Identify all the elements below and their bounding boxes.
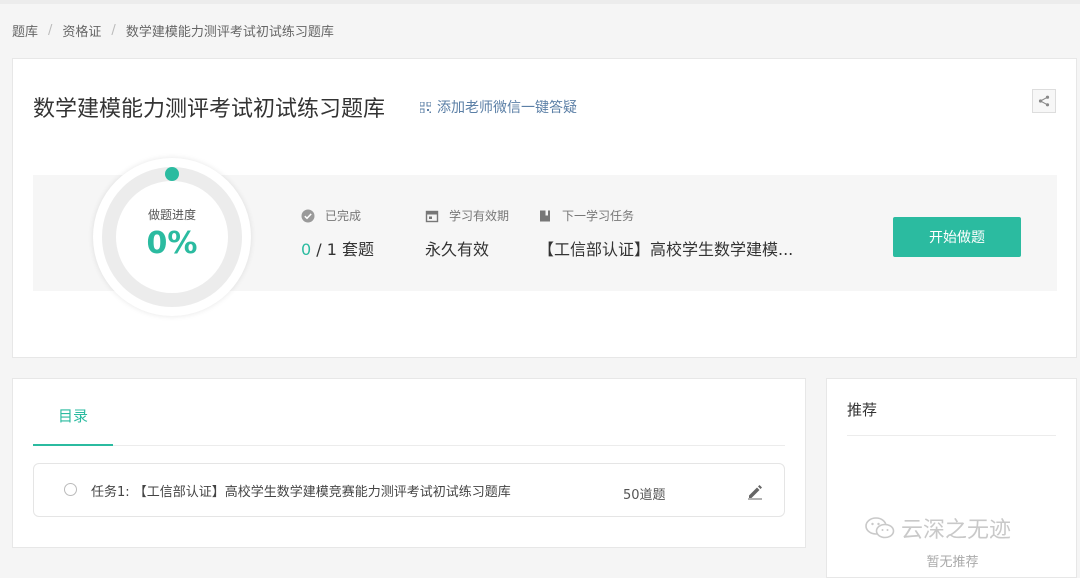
- progress-label: 做题进度: [147, 208, 196, 222]
- top-bar: [0, 0, 1080, 4]
- stat-validity-value: 永久有效: [425, 240, 490, 259]
- stat-completed-label: 已完成: [325, 209, 362, 223]
- start-practice-button[interactable]: 开始做题: [893, 217, 1021, 257]
- breadcrumb-item-tiku[interactable]: 题库: [12, 21, 38, 40]
- progress-panel: 做题进度 0% 已完成 0 / 1 套题 学习有效期 永久有效 下一学习任务 【…: [33, 158, 1057, 316]
- wechat-logo-icon: [865, 517, 895, 539]
- watermark-text: 云深之无迹: [901, 518, 1012, 543]
- check-circle-icon: [301, 209, 315, 222]
- course-header-card: 数学建模能力测评考试初试练习题库 添加老师微信一键答疑 做题进度 0% 已完成 …: [12, 58, 1077, 358]
- progress-value: 0%: [146, 226, 198, 261]
- share-button[interactable]: [1032, 89, 1056, 113]
- stat-next-task-value[interactable]: 【工信部认证】高校学生数学建模...: [538, 236, 793, 260]
- book-icon: [540, 210, 550, 221]
- stat-completed: 已完成 0 / 1 套题: [301, 207, 374, 260]
- stat-next-task-label: 下一学习任务: [562, 209, 635, 223]
- task-question-count: 50道题: [623, 488, 666, 503]
- stat-completed-total: / 1 套题: [311, 240, 375, 259]
- breadcrumb-separator: /: [48, 22, 53, 38]
- stat-validity-label: 学习有效期: [449, 209, 510, 223]
- catalog-card: 目录 任务1: 【工信部认证】高校学生数学建模竞赛能力测评考试初试练习题库 50…: [12, 378, 806, 548]
- qr-code-icon: [420, 101, 431, 113]
- task-title[interactable]: 任务1: 【工信部认证】高校学生数学建模竞赛能力测评考试初试练习题库: [91, 481, 511, 500]
- page-title: 数学建模能力测评考试初试练习题库: [33, 97, 386, 122]
- recommend-card: 推荐 暂无推荐: [826, 378, 1077, 578]
- recommend-title: 推荐: [847, 401, 878, 419]
- stat-completed-count: 0: [301, 240, 312, 259]
- catalog-tabs: 目录: [33, 405, 785, 446]
- progress-ring: 做题进度 0%: [93, 158, 251, 316]
- calendar-icon: [425, 210, 439, 222]
- stat-validity: 学习有效期 永久有效: [425, 207, 509, 260]
- list-item[interactable]: 任务1: 【工信部认证】高校学生数学建模竞赛能力测评考试初试练习题库 50道题: [33, 463, 785, 517]
- task-status-radio[interactable]: [64, 483, 77, 496]
- tab-catalog[interactable]: 目录: [33, 405, 113, 446]
- breadcrumb-item-current: 数学建模能力测评考试初试练习题库: [125, 24, 334, 40]
- breadcrumb-item-certificate[interactable]: 资格证: [62, 21, 101, 40]
- recommend-divider: [847, 435, 1056, 436]
- breadcrumb: 题库 / 资格证 / 数学建模能力测评考试初试练习题库: [12, 21, 334, 40]
- breadcrumb-separator: /: [111, 22, 116, 38]
- share-icon: [1038, 95, 1050, 107]
- stat-next-task: 下一学习任务 【工信部认证】高校学生数学建模...: [538, 207, 793, 260]
- wechat-contact-link[interactable]: 添加老师微信一键答疑: [420, 97, 577, 117]
- wechat-contact-label: 添加老师微信一键答疑: [437, 100, 577, 116]
- progress-ring-marker: [165, 167, 179, 181]
- recommend-empty-text: 暂无推荐: [926, 555, 979, 570]
- edit-pencil-icon[interactable]: [746, 482, 764, 500]
- watermark: 云深之无迹: [865, 512, 1011, 544]
